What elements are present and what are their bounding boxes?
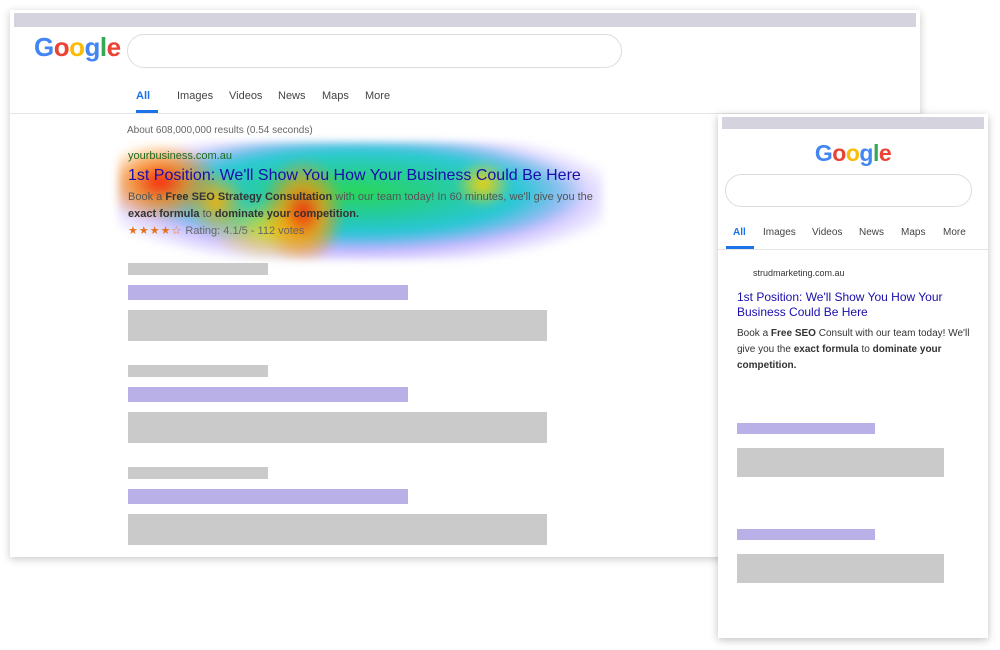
description-text: Book a <box>128 191 166 203</box>
search-result: yourbusiness.com.au 1st Position: We'll … <box>128 150 608 237</box>
tab-more[interactable]: More <box>365 90 390 102</box>
result-url[interactable]: strudmarketing.com.au <box>737 268 972 278</box>
description-text: to <box>858 344 873 355</box>
logo-letter: o <box>69 32 85 62</box>
tab-all[interactable]: All <box>733 227 746 238</box>
google-logo[interactable]: Google <box>718 140 988 167</box>
placeholder-url <box>128 467 268 479</box>
description-text: Book a <box>737 328 771 339</box>
logo-letter: e <box>106 32 121 62</box>
logo-letter: e <box>878 140 892 166</box>
description-text: to <box>199 208 215 220</box>
result-stats: About 608,000,000 results (0.54 seconds) <box>127 125 313 136</box>
result-description: Book a Free SEO Consult with our team to… <box>737 326 972 374</box>
logo-letter: o <box>53 32 70 62</box>
placeholder-description <box>737 554 944 583</box>
tab-news[interactable]: News <box>278 90 306 102</box>
tab-images[interactable]: Images <box>177 90 213 102</box>
placeholder-title <box>128 387 408 402</box>
placeholder-title <box>737 423 875 434</box>
google-logo[interactable]: Google <box>34 32 121 63</box>
result-title-link[interactable]: 1st Position: We'll Show You How Your Bu… <box>128 167 608 185</box>
tab-videos[interactable]: Videos <box>812 227 842 238</box>
description-bold-text: dominate your competition. <box>214 208 360 220</box>
placeholder-description <box>128 412 547 443</box>
description-text: with our team today! In 60 minutes, we'l… <box>332 191 593 203</box>
logo-letter: g <box>859 140 873 166</box>
logo-letter: o <box>832 140 846 166</box>
tab-maps[interactable]: Maps <box>901 227 925 238</box>
logo-letter: G <box>814 140 833 166</box>
tab-videos[interactable]: Videos <box>229 90 262 102</box>
result-title-link[interactable]: 1st Position: We'll Show You How Your Bu… <box>737 290 972 320</box>
window-title-bar <box>722 117 984 129</box>
tab-images[interactable]: Images <box>763 227 796 238</box>
placeholder-url <box>128 365 268 377</box>
placeholder-description <box>737 448 944 477</box>
logo-letter: o <box>845 140 860 166</box>
placeholder-description <box>128 310 547 341</box>
description-bold-text: exact formula <box>128 208 200 220</box>
mobile-serp-window: Google All Images Videos News Maps More … <box>718 114 988 638</box>
search-result: strudmarketing.com.au 1st Position: We'l… <box>737 268 972 374</box>
description-bold-text: exact formula <box>793 344 859 355</box>
logo-letter: G <box>34 32 54 62</box>
result-description: Book a Free SEO Strategy Consultation wi… <box>128 189 598 223</box>
logo-letter: g <box>84 32 101 62</box>
description-bold-text: Free SEO Strategy Consultation <box>165 191 333 203</box>
star-rating-icon: ★★★★☆ <box>128 225 183 237</box>
search-input[interactable] <box>725 174 972 207</box>
tabs-divider <box>718 249 988 250</box>
description-bold-text: Free SEO <box>770 328 816 339</box>
tab-news[interactable]: News <box>859 227 884 238</box>
placeholder-url <box>128 263 268 275</box>
tab-maps[interactable]: Maps <box>322 90 349 102</box>
rating-text: Rating: 4.1/5 - 112 votes <box>185 225 305 237</box>
tab-all[interactable]: All <box>136 90 150 102</box>
result-url[interactable]: yourbusiness.com.au <box>128 150 608 162</box>
placeholder-description <box>128 514 547 545</box>
logo-letter: l <box>99 32 107 62</box>
search-input[interactable] <box>127 34 622 68</box>
placeholder-title <box>737 529 875 540</box>
placeholder-title <box>128 285 408 300</box>
window-title-bar <box>14 13 916 27</box>
tab-more[interactable]: More <box>943 227 966 238</box>
result-rating: ★★★★☆ Rating: 4.1/5 - 112 votes <box>128 224 608 237</box>
placeholder-title <box>128 489 408 504</box>
